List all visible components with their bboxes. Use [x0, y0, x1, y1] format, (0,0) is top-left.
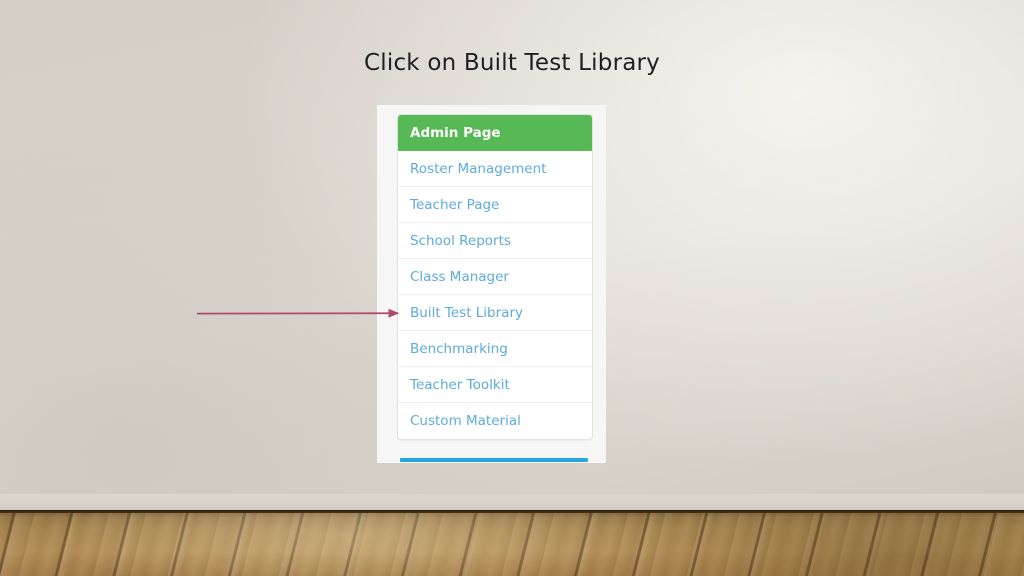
menu-item-class-manager[interactable]: Class Manager: [398, 259, 592, 295]
menu-item-teacher-toolkit[interactable]: Teacher Toolkit: [398, 367, 592, 403]
slide-canvas: Click on Built Test Library Admin Page R…: [0, 0, 1024, 576]
floor-sheen: [0, 510, 1024, 576]
menu-item-admin-page[interactable]: Admin Page: [398, 115, 592, 151]
floor-wall-seam: [0, 510, 1024, 513]
wooden-floor: [0, 510, 1024, 576]
embedded-screenshot: Admin Page Roster Management Teacher Pag…: [377, 105, 606, 463]
accent-bar: [400, 458, 588, 462]
menu-item-benchmarking[interactable]: Benchmarking: [398, 331, 592, 367]
menu-item-teacher-page[interactable]: Teacher Page: [398, 187, 592, 223]
menu-item-custom-material[interactable]: Custom Material: [398, 403, 592, 439]
navigation-menu-list: Admin Page Roster Management Teacher Pag…: [397, 114, 593, 440]
annotation-arrow-icon: [196, 308, 400, 318]
menu-item-built-test-library[interactable]: Built Test Library: [398, 295, 592, 331]
page-title: Click on Built Test Library: [364, 50, 660, 76]
menu-item-roster-management[interactable]: Roster Management: [398, 151, 592, 187]
menu-item-school-reports[interactable]: School Reports: [398, 223, 592, 259]
